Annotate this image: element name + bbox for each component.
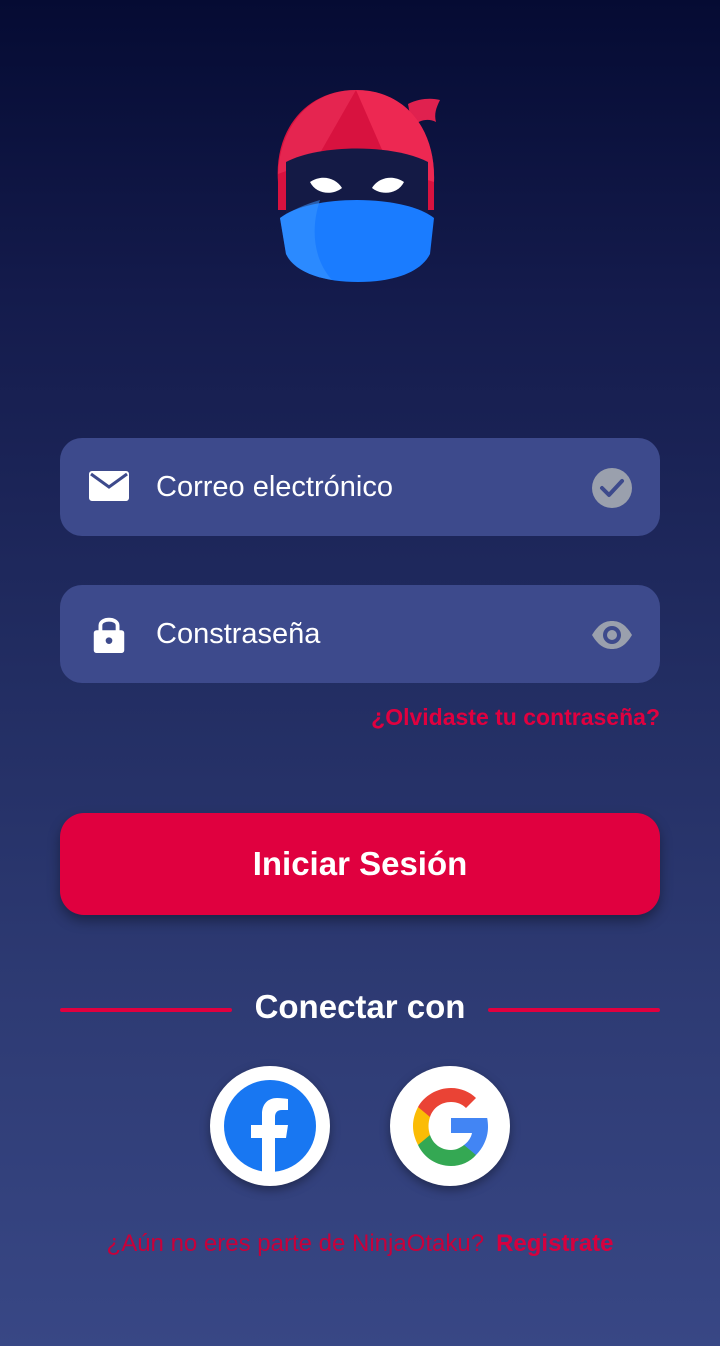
register-prompt: ¿Aún no eres parte de NinjaOtaku? Registr… [0, 1230, 720, 1258]
email-input[interactable] [156, 460, 566, 514]
forgot-password-link[interactable]: ¿Olvidaste tu contraseña? [371, 704, 660, 731]
eye-icon[interactable] [590, 613, 634, 657]
facebook-login-button[interactable] [210, 1066, 330, 1186]
ninja-mascot-icon [277, 90, 440, 282]
divider-left [60, 1008, 232, 1012]
google-login-button[interactable] [390, 1066, 510, 1186]
facebook-icon [224, 1080, 316, 1172]
email-field[interactable] [60, 438, 660, 536]
login-button[interactable]: Iniciar Sesión [60, 813, 660, 915]
password-input[interactable] [156, 607, 566, 661]
register-question: ¿Aún no eres parte de NinjaOtaku? [106, 1230, 485, 1257]
divider-right [488, 1008, 660, 1012]
mail-icon [89, 471, 129, 501]
password-field[interactable] [60, 585, 660, 683]
lock-icon [93, 617, 125, 654]
connect-with-label: Conectar con [254, 988, 466, 1025]
register-link[interactable]: Registrate [496, 1230, 613, 1257]
google-icon [413, 1088, 488, 1166]
check-circle-icon [592, 468, 632, 508]
